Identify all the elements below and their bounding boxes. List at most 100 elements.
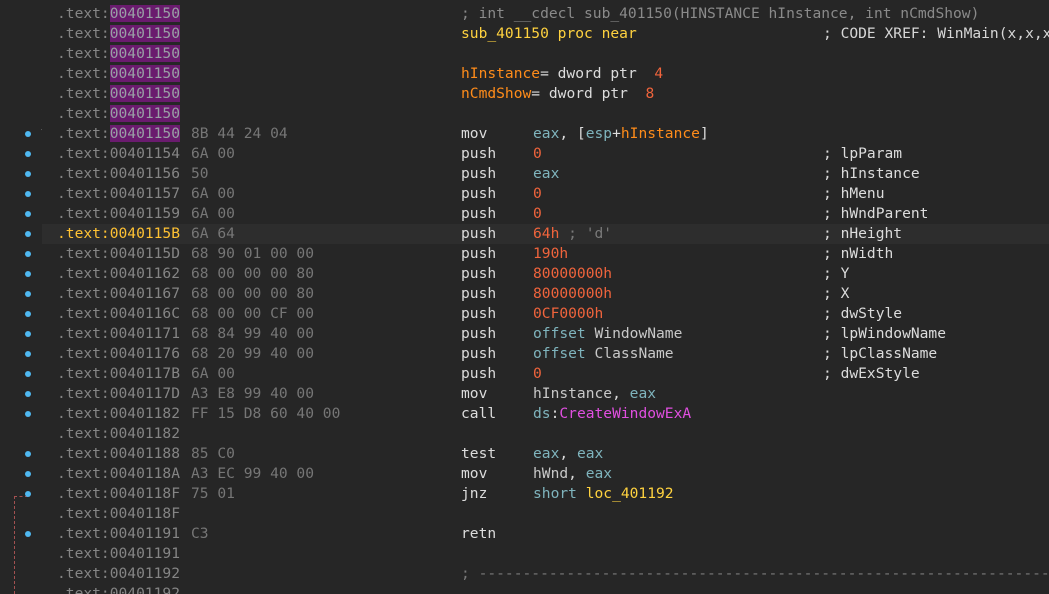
- operands[interactable]: 80000000h: [533, 284, 612, 304]
- dot-icon[interactable]: [25, 471, 31, 477]
- operand-token[interactable]: 64h: [533, 225, 559, 242]
- operand-token[interactable]: esp: [586, 125, 612, 142]
- operand-token[interactable]: 0: [533, 145, 542, 162]
- operand-token[interactable]: eax: [630, 385, 656, 402]
- address[interactable]: .text:00401176: [57, 344, 180, 364]
- address[interactable]: .text:00401171: [57, 324, 180, 344]
- operand-token[interactable]: hInstance: [533, 385, 612, 402]
- operand-token[interactable]: +: [612, 125, 621, 142]
- listing-row[interactable]: .text:00401192 ; ------------------------…: [42, 564, 1049, 584]
- dot-icon[interactable]: [25, 451, 31, 457]
- listing-row[interactable]: .text:0040117D A3 E8 99 40 00 mov hInstance…: [42, 384, 1049, 404]
- address[interactable]: .text:00401162: [57, 264, 180, 284]
- operand-token[interactable]: offset: [533, 325, 595, 342]
- dot-icon[interactable]: [25, 311, 31, 317]
- address[interactable]: .text:0040118F: [57, 484, 180, 504]
- operands[interactable]: 0: [533, 204, 542, 224]
- listing-row[interactable]: .text:0040115D 68 90 01 00 00 push 190h ; nW…: [42, 244, 1049, 264]
- dot-icon[interactable]: [25, 411, 31, 417]
- address[interactable]: .text:00401156: [57, 164, 180, 184]
- operands[interactable]: hWnd, eax: [533, 464, 612, 484]
- line-content[interactable]: nCmdShow= dword ptr 8: [461, 84, 654, 104]
- mnemonic[interactable]: mov: [461, 384, 487, 404]
- address[interactable]: .text:00401191: [57, 544, 180, 564]
- mnemonic[interactable]: retn: [461, 524, 496, 544]
- dot-icon[interactable]: [25, 391, 31, 397]
- listing[interactable]: .text:00401150 ; int __cdecl sub_401150(H…: [42, 0, 1049, 594]
- token[interactable]: = dword ptr: [531, 85, 645, 102]
- operands[interactable]: eax, [esp+hInstance]: [533, 124, 709, 144]
- operand-token[interactable]: ,: [559, 445, 577, 462]
- listing-row[interactable]: .text:0040118A A3 EC 99 40 00 mov hWnd, eax: [42, 464, 1049, 484]
- mnemonic[interactable]: push: [461, 184, 496, 204]
- address[interactable]: .text:00401150: [57, 4, 181, 24]
- dot-icon[interactable]: [25, 371, 31, 377]
- dot-icon[interactable]: [25, 331, 31, 337]
- listing-row[interactable]: .text:00401171 68 84 99 40 00 push offset W…: [42, 324, 1049, 344]
- operands[interactable]: ds:CreateWindowExA: [533, 404, 691, 424]
- listing-row[interactable]: .text:00401188 85 C0 test eax, eax: [42, 444, 1049, 464]
- dot-icon[interactable]: [25, 291, 31, 297]
- operand-token[interactable]: 80000000h: [533, 265, 612, 282]
- operand-token[interactable]: eax: [533, 445, 559, 462]
- dot-icon[interactable]: [25, 271, 31, 277]
- operands[interactable]: 0: [533, 144, 542, 164]
- listing-row[interactable]: .text:00401167 68 00 00 00 80 push 80000000…: [42, 284, 1049, 304]
- listing-row[interactable]: .text:00401150: [42, 104, 1049, 124]
- dot-icon[interactable]: [25, 491, 31, 497]
- operands[interactable]: short loc_401192: [533, 484, 674, 504]
- token[interactable]: [549, 25, 558, 42]
- address[interactable]: .text:00401157: [57, 184, 180, 204]
- listing-row[interactable]: .text:00401159 6A 00 push 0 ; hWndParent: [42, 204, 1049, 224]
- operand-token[interactable]: ds: [533, 405, 551, 422]
- listing-row[interactable]: .text:00401150: [42, 44, 1049, 64]
- operand-token[interactable]: 0: [533, 365, 542, 382]
- mnemonic[interactable]: push: [461, 344, 496, 364]
- operands[interactable]: hInstance, eax: [533, 384, 656, 404]
- address[interactable]: .text:00401191: [57, 524, 180, 544]
- mnemonic[interactable]: push: [461, 244, 496, 264]
- dot-icon[interactable]: [25, 531, 31, 537]
- listing-row[interactable]: .text:00401162 68 00 00 00 80 push 80000000…: [42, 264, 1049, 284]
- operand-token[interactable]: eax: [533, 165, 559, 182]
- address[interactable]: .text:00401150: [57, 64, 181, 84]
- dot-icon[interactable]: [25, 131, 31, 137]
- dot-icon[interactable]: [25, 211, 31, 217]
- operand-token[interactable]: eax: [586, 465, 612, 482]
- listing-row[interactable]: .text:00401150 sub_401150 proc near ; CODE…: [42, 24, 1049, 44]
- token[interactable]: 8: [646, 85, 655, 102]
- operand-token[interactable]: ]: [700, 125, 709, 142]
- token[interactable]: nCmdShow: [461, 85, 531, 102]
- operands[interactable]: offset ClassName: [533, 344, 674, 364]
- mnemonic[interactable]: push: [461, 144, 496, 164]
- mnemonic[interactable]: push: [461, 224, 496, 244]
- operand-token[interactable]: short: [533, 485, 586, 502]
- operands[interactable]: eax: [533, 164, 559, 184]
- dot-icon[interactable]: [25, 191, 31, 197]
- listing-row[interactable]: .text:00401156 50 push eax ; hInstance: [42, 164, 1049, 184]
- operands[interactable]: 0: [533, 184, 542, 204]
- line-content[interactable]: sub_401150 proc near: [461, 24, 637, 44]
- address[interactable]: .text:00401154: [57, 144, 180, 164]
- line-content[interactable]: ; --------------------------------------…: [461, 564, 1049, 584]
- mnemonic[interactable]: push: [461, 264, 496, 284]
- line-content[interactable]: hInstance= dword ptr 4: [461, 64, 663, 84]
- address[interactable]: .text:00401192: [57, 584, 180, 594]
- listing-row[interactable]: .text:00401150 nCmdShow= dword ptr 8: [42, 84, 1049, 104]
- address[interactable]: .text:0040117D: [57, 384, 180, 404]
- listing-row[interactable]: .text:0040116C 68 00 00 CF 00 push 0CF0000h…: [42, 304, 1049, 324]
- listing-row[interactable]: .text:00401157 6A 00 push 0 ; hMenu: [42, 184, 1049, 204]
- operand-token[interactable]: eax: [577, 445, 603, 462]
- mnemonic[interactable]: push: [461, 364, 496, 384]
- line-content[interactable]: ; int __cdecl sub_401150(HINSTANCE hInst…: [461, 4, 979, 24]
- operands[interactable]: offset WindowName: [533, 324, 682, 344]
- address[interactable]: .text:00401150: [57, 124, 181, 144]
- dot-icon[interactable]: [25, 151, 31, 157]
- token[interactable]: ; int __cdecl sub_401150(HINSTANCE hInst…: [461, 5, 979, 22]
- dot-icon[interactable]: [25, 351, 31, 357]
- address[interactable]: .text:00401159: [57, 204, 180, 224]
- operand-token[interactable]: ,: [568, 465, 586, 482]
- address[interactable]: .text:0040116C: [57, 304, 180, 324]
- address[interactable]: .text:00401150: [57, 44, 181, 64]
- operand-token[interactable]: ,: [612, 385, 630, 402]
